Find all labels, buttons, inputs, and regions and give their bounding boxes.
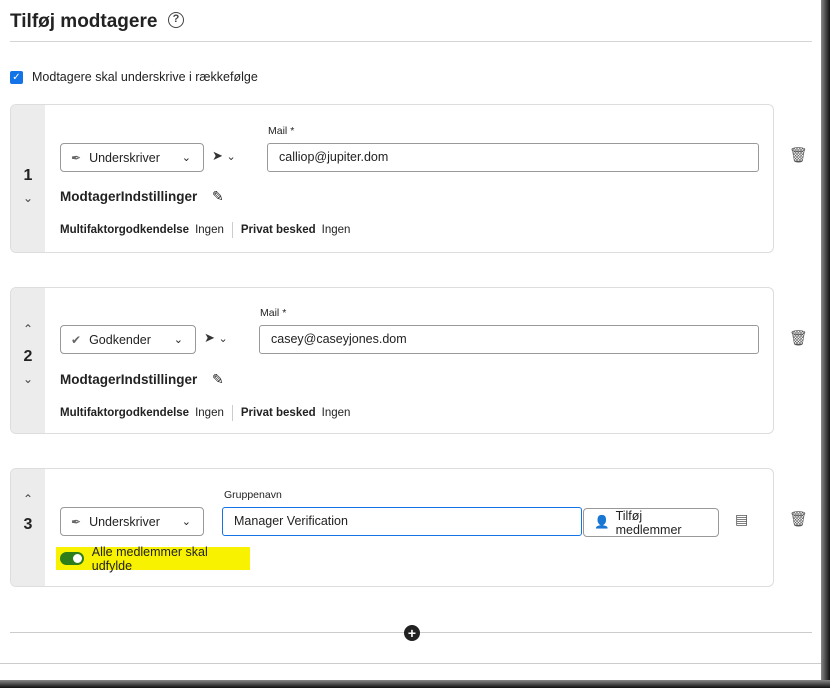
private-value: Ingen <box>321 407 351 419</box>
private-label: Privat besked <box>240 407 316 419</box>
recipient-card-3: ⌃ 3 Gruppenavn ✒ Underskriver ⌄ Manager Ve… <box>10 468 774 587</box>
recipient-card-1: 1 ⌄ Mail * ✒ Underskriver ⌄ ➤ ⌄ calliop@ju… <box>10 104 774 253</box>
private-label: Privat besked <box>240 224 316 236</box>
required-mark: * <box>282 307 287 319</box>
edit-pencil-icon[interactable]: ✎ <box>212 188 224 205</box>
settings-summary: Multifaktorgodkendelse Ingen Privat besked… <box>60 222 350 238</box>
toggle-switch[interactable] <box>60 552 84 565</box>
role-value: Underskriver <box>89 514 160 529</box>
trash-icon[interactable]: 🗑 <box>789 510 808 528</box>
recipient-number: 1 <box>23 167 33 184</box>
sequential-label: Modtagere skal underskrive i rækkefølge <box>32 70 258 84</box>
group-name-label: Gruppenavn <box>224 489 282 501</box>
chevron-down-icon: ⌄ <box>181 516 191 528</box>
move-up-icon[interactable]: ⌃ <box>11 322 45 336</box>
email-input[interactable]: calliop@jupiter.dom <box>267 143 759 172</box>
help-icon[interactable]: ? <box>168 12 184 28</box>
send-icon[interactable]: ➤ ⌄ <box>204 330 228 346</box>
window-shadow <box>821 0 830 688</box>
add-recipient-plus-icon[interactable]: + <box>404 625 420 641</box>
required-mark: * <box>290 125 295 137</box>
email-input[interactable]: casey@caseyjones.dom <box>259 325 759 354</box>
chevron-down-icon: ⌄ <box>173 334 183 346</box>
toggle-label: Alle medlemmer skal udfylde <box>91 544 208 573</box>
role-value: Underskriver <box>89 150 160 165</box>
trash-icon[interactable]: 🗑 <box>789 329 808 347</box>
mfa-label: Multifaktorgodkendelse <box>60 224 190 236</box>
chevron-down-icon: ⌄ <box>181 152 191 164</box>
mail-label-text: Mail <box>268 125 288 137</box>
separator <box>231 222 233 238</box>
move-up-icon[interactable]: ⌃ <box>11 492 45 506</box>
role-select[interactable]: ✔ Godkender ⌄ <box>60 325 196 354</box>
sequential-checkbox[interactable]: ✓ <box>10 71 23 84</box>
users-icon: 👤 <box>594 515 610 529</box>
edit-pencil-icon[interactable]: ✎ <box>212 371 224 388</box>
mail-label: Mail * <box>260 307 286 319</box>
role-value: Godkender <box>89 332 151 347</box>
recipient-number: 2 <box>23 348 33 365</box>
mail-label: Mail * <box>268 125 294 137</box>
add-members-label: Tilføj medlemmer <box>615 508 682 537</box>
group-name-input[interactable]: Manager Verification <box>222 507 582 536</box>
pen-nib-icon: ✒ <box>71 514 82 529</box>
footer-divider <box>0 663 822 664</box>
send-icon[interactable]: ➤ ⌄ <box>212 148 236 164</box>
divider <box>10 41 812 42</box>
settings-label: ModtagerIndstillinger <box>60 189 198 204</box>
add-members-button[interactable]: 👤 Tilføj medlemmer <box>583 508 719 537</box>
move-down-icon[interactable]: ⌄ <box>11 191 45 205</box>
mfa-value: Ingen <box>195 407 224 419</box>
separator <box>231 405 233 421</box>
role-select[interactable]: ✒ Underskriver ⌄ <box>60 143 204 172</box>
settings-label: ModtagerIndstillinger <box>60 372 198 387</box>
window-shadow <box>0 680 830 688</box>
page-title: Tilføj modtagere <box>10 11 158 32</box>
settings-summary: Multifaktorgodkendelse Ingen Privat besked… <box>60 405 350 421</box>
group-settings-icon[interactable]: ▤ <box>735 511 748 528</box>
trash-icon[interactable]: 🗑 <box>789 146 808 164</box>
role-select[interactable]: ✒ Underskriver ⌄ <box>60 507 204 536</box>
private-value: Ingen <box>321 224 351 236</box>
check-circle-icon: ✔ <box>71 332 82 347</box>
all-members-toggle-row[interactable]: Alle medlemmer skal udfylde <box>56 544 250 573</box>
recipient-number: 3 <box>23 516 33 533</box>
pen-nib-icon: ✒ <box>71 150 82 165</box>
mfa-label: Multifaktorgodkendelse <box>60 407 190 419</box>
mfa-value: Ingen <box>195 224 224 236</box>
move-down-icon[interactable]: ⌄ <box>11 372 45 386</box>
mail-label-text: Mail <box>260 307 280 319</box>
recipient-card-2: ⌃ 2 ⌄ Mail * ✔ Godkender ⌄ ➤ ⌄ casey@casey… <box>10 287 774 434</box>
